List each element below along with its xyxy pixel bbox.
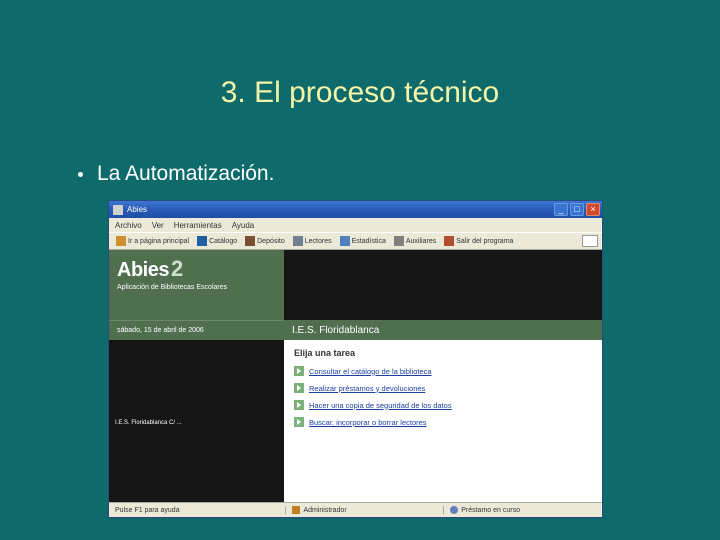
bullet-text: La Automatización.	[97, 162, 274, 186]
book-icon	[197, 236, 207, 246]
clock-icon	[450, 506, 458, 514]
chart-icon	[340, 236, 350, 246]
brand-name: Abies	[117, 259, 169, 282]
toolbar-deposit-button[interactable]: Depósito	[242, 235, 288, 247]
box-icon	[245, 236, 255, 246]
brand-version: 2	[171, 256, 183, 282]
brand-subtitle: Aplicación de Bibliotecas Escolares	[117, 284, 276, 291]
right-column: I.E.S. Floridablanca Elija una tarea Con…	[284, 250, 602, 502]
menu-archivo[interactable]: Archivo	[115, 221, 142, 230]
window-title: Abies	[127, 205, 147, 214]
brand-panel: Abies 2 Aplicación de Bibliotecas Escola…	[109, 250, 284, 320]
arrow-icon	[294, 417, 304, 427]
task-link-label: Realizar préstamos y devoluciones	[309, 384, 425, 393]
arrow-icon	[294, 366, 304, 376]
toolbar: Ir a página principal Catálogo Depósito …	[109, 232, 602, 250]
toolbar-exit-button[interactable]: Salir del programa	[441, 235, 516, 247]
database-icon	[394, 236, 404, 246]
task-link-label: Consultar el catálogo de la biblioteca	[309, 367, 432, 376]
task-link-backup[interactable]: Hacer una copia de seguridad de los dato…	[294, 400, 592, 410]
left-info-panel: I.E.S. Floridablanca C/ ...	[109, 340, 284, 502]
status-help: Pulse F1 para ayuda	[109, 507, 286, 514]
toolbar-home-button[interactable]: Ir a página principal	[113, 235, 192, 247]
toolbar-right-box[interactable]	[582, 235, 598, 247]
task-heading: Elija una tarea	[294, 348, 592, 358]
slide-title: 3. El proceso técnico	[0, 76, 720, 110]
school-band: I.E.S. Floridablanca	[284, 320, 602, 340]
task-link-catalog[interactable]: Consultar el catálogo de la biblioteca	[294, 366, 592, 376]
task-link-label: Buscar, incorporar o borrar lectores	[309, 418, 427, 427]
task-area: Elija una tarea Consultar el catálogo de…	[284, 340, 602, 502]
abies-app-window: Abies _ □ × Archivo Ver Herramientas Ayu…	[108, 200, 603, 518]
arrow-icon	[294, 400, 304, 410]
user-icon	[292, 506, 300, 514]
minimize-button[interactable]: _	[554, 203, 568, 216]
bullet-item: La Automatización.	[78, 162, 274, 186]
app-body: Abies 2 Aplicación de Bibliotecas Escola…	[109, 250, 602, 502]
left-column: Abies 2 Aplicación de Bibliotecas Escola…	[109, 250, 284, 502]
toolbar-stats-button[interactable]: Estadística	[337, 235, 389, 247]
status-clock: Préstamo en curso	[444, 506, 602, 514]
date-band: sábado, 15 de abril de 2006	[109, 320, 284, 340]
toolbar-aux-button[interactable]: Auxiliares	[391, 235, 439, 247]
task-link-readers[interactable]: Buscar, incorporar o borrar lectores	[294, 417, 592, 427]
app-icon	[113, 205, 123, 215]
menu-herramientas[interactable]: Herramientas	[174, 221, 222, 230]
menu-ayuda[interactable]: Ayuda	[232, 221, 255, 230]
home-icon	[116, 236, 126, 246]
task-link-label: Hacer una copia de seguridad de los dato…	[309, 401, 452, 410]
bullet-dot-icon	[78, 172, 83, 177]
banner-dark	[284, 250, 602, 320]
status-bar: Pulse F1 para ayuda Administrador Présta…	[109, 502, 602, 517]
status-user: Administrador	[286, 506, 444, 514]
menu-bar: Archivo Ver Herramientas Ayuda	[109, 218, 602, 232]
arrow-icon	[294, 383, 304, 393]
people-icon	[293, 236, 303, 246]
exit-icon	[444, 236, 454, 246]
toolbar-readers-button[interactable]: Lectores	[290, 235, 335, 247]
maximize-button[interactable]: □	[570, 203, 584, 216]
window-titlebar[interactable]: Abies _ □ ×	[109, 201, 602, 218]
menu-ver[interactable]: Ver	[152, 221, 164, 230]
close-button[interactable]: ×	[586, 203, 600, 216]
task-link-loans[interactable]: Realizar préstamos y devoluciones	[294, 383, 592, 393]
toolbar-catalog-button[interactable]: Catálogo	[194, 235, 240, 247]
